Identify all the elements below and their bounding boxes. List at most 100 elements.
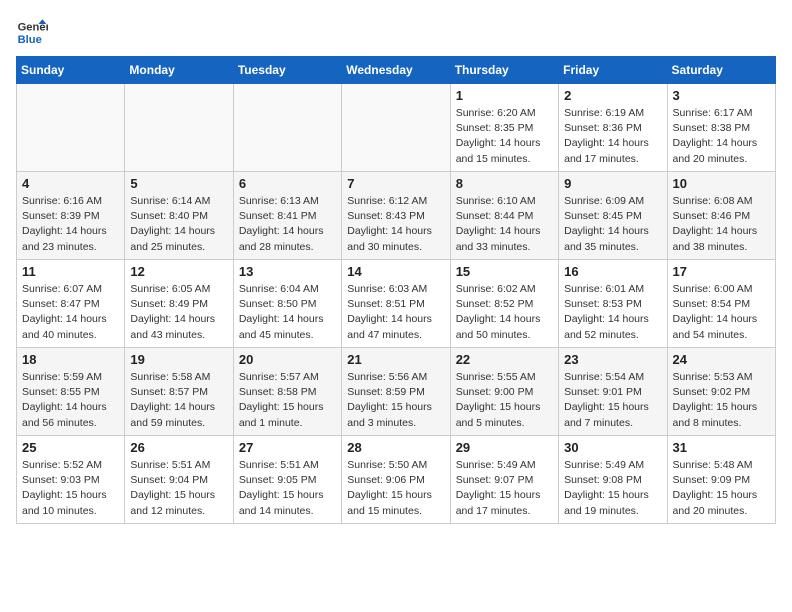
- day-cell-17: 17 Sunrise: 6:00 AM Sunset: 8:54 PM Dayli…: [667, 260, 775, 348]
- day-cell-1: 1 Sunrise: 6:20 AM Sunset: 8:35 PM Daylig…: [450, 84, 558, 172]
- day-number: 7: [347, 176, 444, 191]
- day-header-wednesday: Wednesday: [342, 57, 450, 84]
- day-number: 24: [673, 352, 770, 367]
- day-cell-23: 23Sunrise: 5:54 AM Sunset: 9:01 PM Dayli…: [559, 348, 667, 436]
- week-row-2: 4Sunrise: 6:16 AM Sunset: 8:39 PM Daylig…: [17, 172, 776, 260]
- day-cell-30: 30Sunrise: 5:49 AM Sunset: 9:08 PM Dayli…: [559, 436, 667, 524]
- day-number: 29: [456, 440, 553, 455]
- day-header-saturday: Saturday: [667, 57, 775, 84]
- day-cell-7: 7 Sunrise: 6:12 AM Sunset: 8:43 PM Daylig…: [342, 172, 450, 260]
- day-info: Sunrise: 6:08 AM Sunset: 8:46 PM Dayligh…: [673, 194, 770, 255]
- day-number: 17: [673, 264, 770, 279]
- day-cell-9: 9 Sunrise: 6:09 AM Sunset: 8:45 PM Daylig…: [559, 172, 667, 260]
- day-number: 13: [239, 264, 336, 279]
- day-number: 4: [22, 176, 119, 191]
- day-cell-4: 4Sunrise: 6:16 AM Sunset: 8:39 PM Daylig…: [17, 172, 125, 260]
- logo-icon: General Blue: [16, 16, 48, 48]
- day-cell-14: 14 Sunrise: 6:03 AM Sunset: 8:51 PM Dayli…: [342, 260, 450, 348]
- day-info: Sunrise: 6:05 AM Sunset: 8:49 PM Dayligh…: [130, 282, 227, 343]
- day-number: 20: [239, 352, 336, 367]
- day-cell-21: 21 Sunrise: 5:56 AM Sunset: 8:59 PM Dayli…: [342, 348, 450, 436]
- day-number: 5: [130, 176, 227, 191]
- day-cell-10: 10 Sunrise: 6:08 AM Sunset: 8:46 PM Dayli…: [667, 172, 775, 260]
- day-cell-29: 29 Sunrise: 5:49 AM Sunset: 9:07 PM Dayli…: [450, 436, 558, 524]
- day-cell-6: 6 Sunrise: 6:13 AM Sunset: 8:41 PM Daylig…: [233, 172, 341, 260]
- day-number: 30: [564, 440, 661, 455]
- day-cell-11: 11 Sunrise: 6:07 AM Sunset: 8:47 PM Dayli…: [17, 260, 125, 348]
- day-info: Sunrise: 6:10 AM Sunset: 8:44 PM Dayligh…: [456, 194, 553, 255]
- day-number: 26: [130, 440, 227, 455]
- day-number: 28: [347, 440, 444, 455]
- empty-cell: [342, 84, 450, 172]
- week-row-5: 25 Sunrise: 5:52 AM Sunset: 9:03 PM Dayli…: [17, 436, 776, 524]
- day-cell-19: 19Sunrise: 5:58 AM Sunset: 8:57 PM Dayli…: [125, 348, 233, 436]
- day-info: Sunrise: 6:14 AM Sunset: 8:40 PM Dayligh…: [130, 194, 227, 255]
- day-cell-2: 2 Sunrise: 6:19 AM Sunset: 8:36 PM Daylig…: [559, 84, 667, 172]
- empty-cell: [233, 84, 341, 172]
- day-cell-8: 8 Sunrise: 6:10 AM Sunset: 8:44 PM Daylig…: [450, 172, 558, 260]
- day-info: Sunrise: 5:53 AM Sunset: 9:02 PM Dayligh…: [673, 370, 770, 431]
- calendar-table: SundayMondayTuesdayWednesdayThursdayFrid…: [16, 56, 776, 524]
- week-row-4: 18 Sunrise: 5:59 AM Sunset: 8:55 PM Dayli…: [17, 348, 776, 436]
- day-header-monday: Monday: [125, 57, 233, 84]
- day-cell-31: 31Sunrise: 5:48 AM Sunset: 9:09 PM Dayli…: [667, 436, 775, 524]
- day-info: Sunrise: 6:17 AM Sunset: 8:38 PM Dayligh…: [673, 106, 770, 167]
- day-number: 31: [673, 440, 770, 455]
- day-cell-16: 16Sunrise: 6:01 AM Sunset: 8:53 PM Dayli…: [559, 260, 667, 348]
- day-header-tuesday: Tuesday: [233, 57, 341, 84]
- day-number: 1: [456, 88, 553, 103]
- day-info: Sunrise: 5:55 AM Sunset: 9:00 PM Dayligh…: [456, 370, 553, 431]
- week-row-3: 11 Sunrise: 6:07 AM Sunset: 8:47 PM Dayli…: [17, 260, 776, 348]
- day-info: Sunrise: 6:03 AM Sunset: 8:51 PM Dayligh…: [347, 282, 444, 343]
- day-info: Sunrise: 6:01 AM Sunset: 8:53 PM Dayligh…: [564, 282, 661, 343]
- day-number: 18: [22, 352, 119, 367]
- day-cell-15: 15Sunrise: 6:02 AM Sunset: 8:52 PM Dayli…: [450, 260, 558, 348]
- day-cell-25: 25 Sunrise: 5:52 AM Sunset: 9:03 PM Dayli…: [17, 436, 125, 524]
- day-number: 14: [347, 264, 444, 279]
- day-cell-27: 27Sunrise: 5:51 AM Sunset: 9:05 PM Dayli…: [233, 436, 341, 524]
- day-number: 11: [22, 264, 119, 279]
- day-number: 12: [130, 264, 227, 279]
- day-header-friday: Friday: [559, 57, 667, 84]
- day-cell-5: 5 Sunrise: 6:14 AM Sunset: 8:40 PM Daylig…: [125, 172, 233, 260]
- day-info: Sunrise: 6:19 AM Sunset: 8:36 PM Dayligh…: [564, 106, 661, 167]
- day-number: 25: [22, 440, 119, 455]
- day-header-thursday: Thursday: [450, 57, 558, 84]
- logo: General Blue: [16, 16, 48, 48]
- day-cell-18: 18 Sunrise: 5:59 AM Sunset: 8:55 PM Dayli…: [17, 348, 125, 436]
- day-number: 10: [673, 176, 770, 191]
- day-info: Sunrise: 5:56 AM Sunset: 8:59 PM Dayligh…: [347, 370, 444, 431]
- day-number: 23: [564, 352, 661, 367]
- day-cell-13: 13 Sunrise: 6:04 AM Sunset: 8:50 PM Dayli…: [233, 260, 341, 348]
- day-info: Sunrise: 6:00 AM Sunset: 8:54 PM Dayligh…: [673, 282, 770, 343]
- week-row-1: 1 Sunrise: 6:20 AM Sunset: 8:35 PM Daylig…: [17, 84, 776, 172]
- day-cell-28: 28 Sunrise: 5:50 AM Sunset: 9:06 PM Dayli…: [342, 436, 450, 524]
- day-info: Sunrise: 6:09 AM Sunset: 8:45 PM Dayligh…: [564, 194, 661, 255]
- day-info: Sunrise: 5:57 AM Sunset: 8:58 PM Dayligh…: [239, 370, 336, 431]
- day-number: 2: [564, 88, 661, 103]
- day-info: Sunrise: 5:51 AM Sunset: 9:05 PM Dayligh…: [239, 458, 336, 519]
- day-info: Sunrise: 5:50 AM Sunset: 9:06 PM Dayligh…: [347, 458, 444, 519]
- day-info: Sunrise: 6:12 AM Sunset: 8:43 PM Dayligh…: [347, 194, 444, 255]
- day-info: Sunrise: 5:58 AM Sunset: 8:57 PM Dayligh…: [130, 370, 227, 431]
- day-cell-12: 12 Sunrise: 6:05 AM Sunset: 8:49 PM Dayli…: [125, 260, 233, 348]
- day-info: Sunrise: 5:52 AM Sunset: 9:03 PM Dayligh…: [22, 458, 119, 519]
- day-info: Sunrise: 5:59 AM Sunset: 8:55 PM Dayligh…: [22, 370, 119, 431]
- day-number: 8: [456, 176, 553, 191]
- day-number: 6: [239, 176, 336, 191]
- empty-cell: [125, 84, 233, 172]
- day-number: 21: [347, 352, 444, 367]
- day-info: Sunrise: 6:20 AM Sunset: 8:35 PM Dayligh…: [456, 106, 553, 167]
- day-info: Sunrise: 6:07 AM Sunset: 8:47 PM Dayligh…: [22, 282, 119, 343]
- day-cell-22: 22Sunrise: 5:55 AM Sunset: 9:00 PM Dayli…: [450, 348, 558, 436]
- day-info: Sunrise: 6:02 AM Sunset: 8:52 PM Dayligh…: [456, 282, 553, 343]
- day-number: 9: [564, 176, 661, 191]
- day-info: Sunrise: 6:13 AM Sunset: 8:41 PM Dayligh…: [239, 194, 336, 255]
- day-cell-24: 24 Sunrise: 5:53 AM Sunset: 9:02 PM Dayli…: [667, 348, 775, 436]
- day-info: Sunrise: 5:49 AM Sunset: 9:07 PM Dayligh…: [456, 458, 553, 519]
- page-header: General Blue: [16, 16, 776, 48]
- day-info: Sunrise: 5:51 AM Sunset: 9:04 PM Dayligh…: [130, 458, 227, 519]
- empty-cell: [17, 84, 125, 172]
- day-header-row: SundayMondayTuesdayWednesdayThursdayFrid…: [17, 57, 776, 84]
- day-info: Sunrise: 6:04 AM Sunset: 8:50 PM Dayligh…: [239, 282, 336, 343]
